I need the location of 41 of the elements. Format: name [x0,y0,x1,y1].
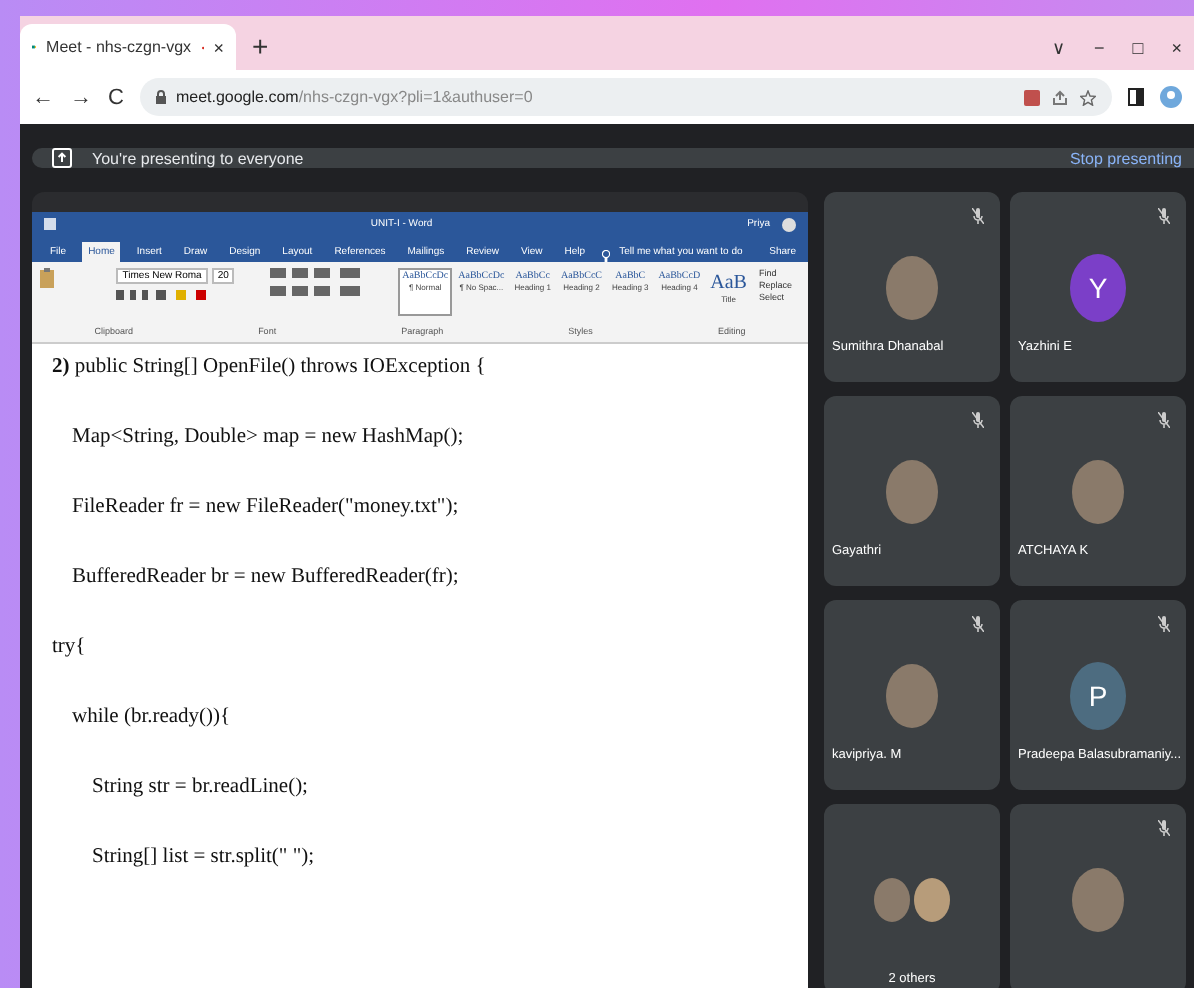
window-control[interactable]: × [1171,38,1182,58]
profile-avatar-icon [1160,86,1182,108]
photo-placeholder [1072,867,1124,931]
paste-icon [40,268,54,288]
save-icon [44,218,56,230]
nav-button[interactable]: C [108,85,124,109]
photo-placeholder [1072,459,1124,523]
stop-presenting-button[interactable]: Stop presenting [1069,149,1182,167]
participant-avatar: Y [1070,253,1126,321]
participant-avatar: P [1070,661,1126,729]
tab-title: Meet - nhs-czgn-vgx [46,38,192,56]
window-control[interactable]: ∨ [1052,38,1067,58]
code-line: BufferedReader br = new BufferedReader(fr); [70,566,459,588]
code-line: 2) public String[] OpenFile() throws IOException { [52,356,486,378]
nav-button[interactable]: → [70,85,92,109]
code-line: String str = br.readLine(); [90,776,308,798]
window-control[interactable]: □ [1132,38,1144,58]
code-line: FileReader fr = new FileReader("money.txt"); [70,496,459,518]
code-line: try{ [52,636,86,658]
url-text: meet.google.com/nhs-czgn-vgx?pli=1&authuser=0 [175,88,535,106]
code-line: String[] list = str.split(" "); [90,846,315,868]
code-line: Map<String, Double> map = new HashMap(); [70,426,464,448]
side-panel-icon [1128,88,1144,106]
new-tab-button[interactable]: + [252,30,269,62]
photo-placeholder [874,877,910,921]
address-field[interactable]: meet.google.com/nhs-czgn-vgx?pli=1&authuser=0 [139,78,1112,116]
code-line: while (br.ready()){ [70,706,231,728]
star-icon [1080,89,1096,105]
photo-placeholder [886,459,938,523]
photo-placeholder [886,255,938,319]
lock-icon [155,90,166,104]
close-tab-button[interactable]: × [213,37,224,57]
photo-placeholder [914,877,950,921]
user-avatar-icon [782,217,796,231]
photo-placeholder [886,663,938,727]
present-screen-icon [52,148,72,168]
share-icon [1052,89,1068,105]
banner-text: You're presenting to everyone [92,149,306,167]
browser-tab[interactable]: Meet - nhs-czgn-vgx × [20,24,236,70]
nav-button[interactable]: ← [32,85,54,109]
window-control[interactable]: − [1094,38,1105,58]
